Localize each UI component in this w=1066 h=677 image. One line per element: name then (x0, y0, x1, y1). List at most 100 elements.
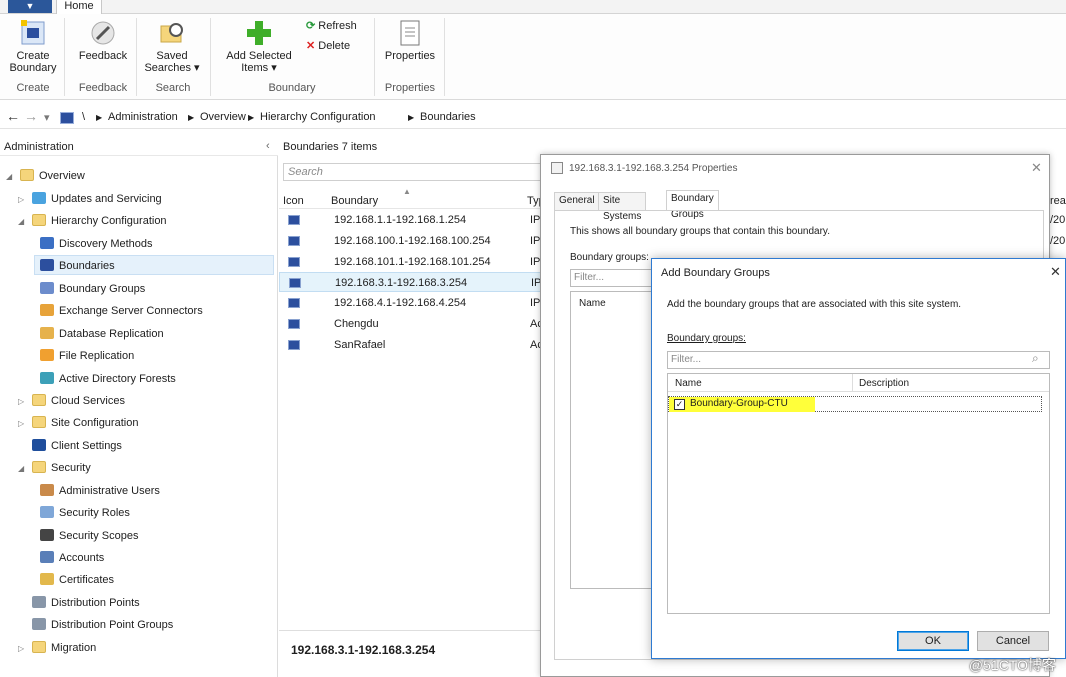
tab-site-systems[interactable]: Site Systems (598, 192, 647, 222)
accounts-icon (40, 551, 54, 563)
table-row[interactable]: 192.168.4.1-192.168.4.254 IP (279, 293, 549, 313)
add-selected-label: Add Selected Items ▾ (226, 50, 292, 74)
tree-item-accounts[interactable]: Accounts (40, 548, 104, 568)
saved-searches-button[interactable]: Saved Searches ▾ (142, 20, 202, 74)
table-row[interactable]: 192.168.101.1-192.168.101.254 IP (279, 252, 549, 272)
add-boundary-groups-dialog: Add Boundary Groups ✕ Add the boundary g… (651, 258, 1066, 659)
table-row[interactable]: 192.168.100.1-192.168.100.254 IP (279, 231, 549, 251)
properties-dialog-title: 192.168.3.1-192.168.3.254 Properties (569, 163, 738, 174)
tree-item-exchange-connectors[interactable]: Exchange Server Connectors (40, 301, 203, 321)
delete-label: Delete (318, 40, 351, 52)
breadcrumb-boundaries[interactable]: Boundaries (420, 111, 476, 123)
column-header-row: Icon Boundary ▲ Typ (279, 187, 549, 209)
table-row[interactable]: SanRafael Ac (279, 335, 549, 355)
boundary-icon (288, 298, 300, 308)
tree-item-security[interactable]: Security (32, 458, 91, 478)
properties-name-column[interactable]: Name (579, 298, 606, 309)
refresh-button[interactable]: ⟳ Refresh (306, 20, 366, 32)
tree-item-administrative-users[interactable]: Administrative Users (40, 481, 160, 501)
tree-label: Boundaries (59, 260, 115, 272)
cancel-button[interactable]: Cancel (977, 631, 1049, 651)
users-icon (40, 484, 54, 496)
file-menu-tab[interactable]: ▼ (8, 0, 52, 13)
expanded-arrow-icon[interactable]: ◢ (6, 172, 12, 181)
tree-item-migration[interactable]: Migration (32, 638, 96, 658)
forward-arrow-icon[interactable]: → (24, 108, 38, 124)
breadcrumb-root[interactable]: \ (82, 111, 85, 123)
add-plus-icon (245, 20, 273, 46)
properties-button[interactable]: Properties (380, 20, 440, 62)
search-icon[interactable]: ⌕ (1032, 351, 1039, 366)
tree-item-site-configuration[interactable]: Site Configuration (32, 413, 138, 433)
checkbox-checked-icon[interactable]: ✓ (674, 399, 685, 410)
table-row[interactable]: 192.168.1.1-192.168.1.254 IP (279, 210, 549, 230)
column-boundary[interactable]: Boundary (331, 195, 378, 207)
tab-general[interactable]: General (554, 192, 600, 210)
tab-boundary-groups[interactable]: Boundary Groups (666, 190, 719, 220)
tree-item-overview[interactable]: Overview (20, 166, 85, 186)
tab-home[interactable]: Home (56, 0, 102, 15)
tree-item-file-replication[interactable]: File Replication (40, 346, 134, 366)
tree-item-ad-forests[interactable]: Active Directory Forests (40, 369, 176, 389)
tree-item-boundaries[interactable]: Boundaries (34, 255, 274, 275)
table-row-selected[interactable]: 192.168.3.1-192.168.3.254 IP (279, 272, 549, 292)
history-dropdown-icon[interactable]: ▾ (44, 111, 50, 124)
tree-label: Discovery Methods (59, 238, 153, 250)
tree-item-certificates[interactable]: Certificates (40, 570, 114, 590)
add-dialog-filter-input[interactable]: Filter... (667, 351, 1050, 369)
tree-item-distribution-points[interactable]: Distribution Points (32, 593, 140, 613)
list-item-boundary-group[interactable]: ✓ Boundary-Group-CTU (668, 396, 1042, 412)
refresh-icon: ⟳ (306, 20, 316, 32)
tree-item-security-roles[interactable]: Security Roles (40, 503, 130, 523)
close-icon[interactable]: ✕ (1031, 160, 1042, 176)
boundary-cell: 192.168.3.1-192.168.3.254 (335, 277, 468, 289)
group-label-search: Search (155, 82, 191, 94)
tree-label: Security Roles (59, 507, 130, 519)
boundary-cell: SanRafael (334, 339, 386, 351)
tree-item-boundary-groups[interactable]: Boundary Groups (40, 279, 145, 299)
expanded-arrow-icon[interactable]: ◢ (18, 217, 24, 226)
tree-item-discovery-methods[interactable]: Discovery Methods (40, 234, 153, 254)
address-bar: ← → ▾ \ ▶ Administration ▶ Overview ▶ Hi… (0, 107, 1066, 129)
tree-item-distribution-point-groups[interactable]: Distribution Point Groups (32, 615, 173, 635)
discovery-icon (40, 237, 54, 249)
table-row[interactable]: Chengdu Ac (279, 314, 549, 334)
collapsed-arrow-icon[interactable]: ▷ (18, 195, 24, 204)
tree-item-database-replication[interactable]: Database Replication (40, 324, 164, 344)
breadcrumb-administration[interactable]: Administration (108, 111, 178, 123)
tree-item-updates-servicing[interactable]: Updates and Servicing (32, 189, 162, 209)
collapsed-arrow-icon[interactable]: ▷ (18, 397, 24, 406)
search-input[interactable]: Search (283, 163, 548, 181)
ok-button[interactable]: OK (897, 631, 969, 651)
delete-button[interactable]: ✕ Delete (306, 40, 366, 52)
list-title: Boundaries 7 items (283, 141, 378, 153)
tree-label: Client Settings (51, 440, 122, 452)
collapsed-arrow-icon[interactable]: ▷ (18, 419, 24, 428)
collapsed-arrow-icon[interactable]: ▷ (18, 644, 24, 653)
boundary-icon (40, 259, 54, 271)
folder-icon (32, 416, 46, 428)
type-cell: IP (530, 297, 541, 309)
create-boundary-button[interactable]: Create Boundary (6, 20, 60, 74)
console-root-icon (60, 112, 74, 124)
boundary-icon (288, 319, 300, 329)
feedback-button[interactable]: Feedback (74, 20, 132, 62)
tree-item-hierarchy-configuration[interactable]: Hierarchy Configuration (32, 211, 167, 231)
column-description[interactable]: Description (859, 378, 909, 389)
add-selected-items-button[interactable]: Add Selected Items ▾ (218, 20, 300, 74)
tree-label: Security Scopes (59, 530, 139, 542)
breadcrumb-hierarchy-configuration[interactable]: Hierarchy Configuration (260, 111, 376, 123)
expanded-arrow-icon[interactable]: ◢ (18, 464, 24, 473)
back-arrow-icon[interactable]: ← (6, 108, 20, 124)
tree-item-cloud-services[interactable]: Cloud Services (32, 391, 125, 411)
column-name[interactable]: Name (675, 378, 702, 389)
close-icon[interactable]: ✕ (1050, 264, 1061, 280)
column-icon[interactable]: Icon (283, 195, 304, 207)
breadcrumb-overview[interactable]: Overview (200, 111, 246, 123)
tree-item-client-settings[interactable]: Client Settings (32, 436, 122, 456)
tree-item-security-scopes[interactable]: Security Scopes (40, 526, 138, 546)
nav-pane-title: Administration (4, 141, 74, 153)
tree-label: Security (51, 462, 91, 474)
collapse-nav-icon[interactable]: ‹ (266, 140, 270, 152)
properties-filter-input[interactable]: Filter... (570, 269, 660, 287)
